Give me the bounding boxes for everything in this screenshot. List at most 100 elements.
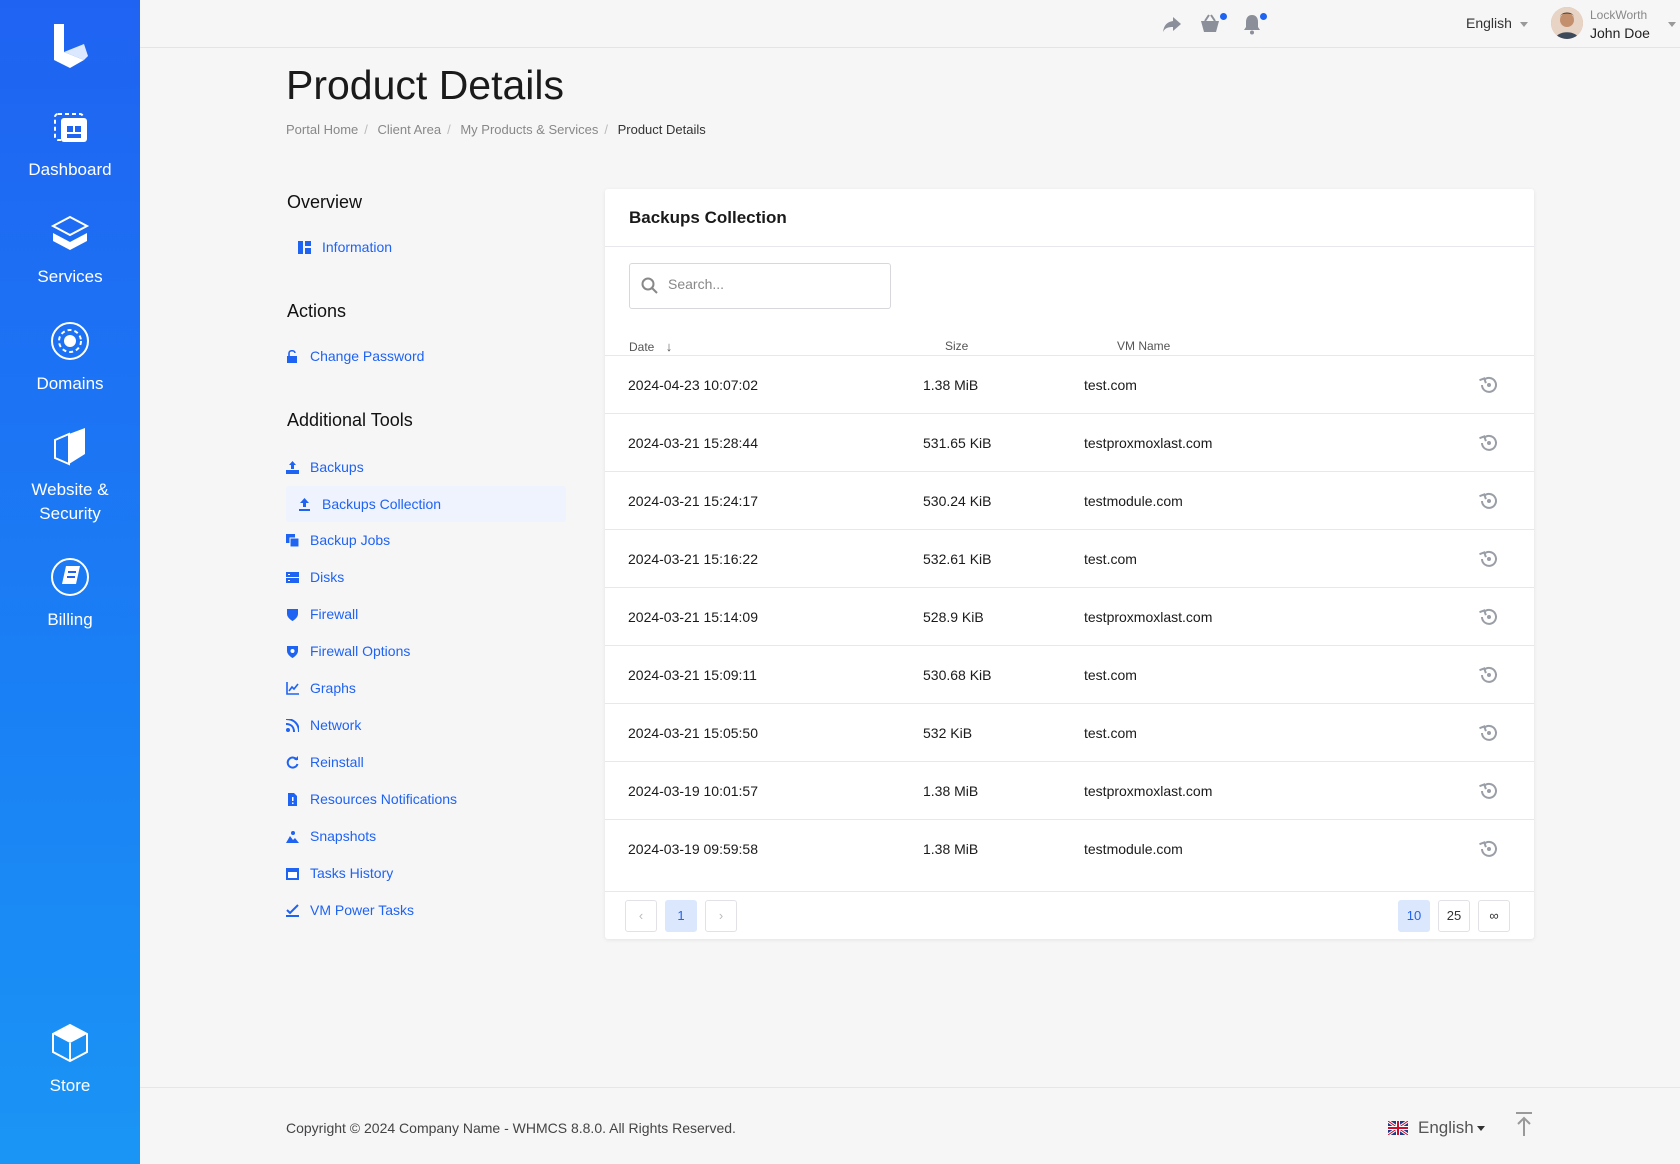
menu-resources-notifications[interactable]: Resources Notifications — [286, 791, 457, 807]
menu-change-password[interactable]: Change Password — [286, 348, 424, 364]
restore-icon[interactable] — [1477, 547, 1501, 571]
menu-backups-collection[interactable]: Backups Collection — [298, 496, 441, 512]
pagination-bar: ‹ 1 › 10 25 ∞ — [605, 891, 1534, 939]
page-size-10-button[interactable]: 10 — [1398, 900, 1430, 932]
backup-date: 2024-03-21 15:28:44 — [628, 435, 758, 451]
divider — [605, 246, 1534, 247]
menu-tasks-history[interactable]: Tasks History — [286, 865, 393, 881]
backup-vm-name: testproxmoxlast.com — [1084, 609, 1213, 625]
user-name[interactable]: John Doe — [1590, 25, 1650, 41]
restore-icon[interactable] — [1477, 721, 1501, 745]
search-box[interactable] — [629, 263, 891, 309]
menu-firewall-label: Firewall — [310, 606, 359, 622]
checkmark-icon — [286, 903, 299, 917]
restore-icon[interactable] — [1477, 837, 1501, 861]
restore-icon[interactable] — [1477, 779, 1501, 803]
domains-icon — [51, 322, 89, 360]
backup-vm-name: test.com — [1084, 551, 1137, 567]
sidebar-item-services[interactable]: Services — [0, 211, 140, 289]
copyright-text: Copyright © 2024 Company Name - WHMCS 8.… — [286, 1120, 736, 1136]
panel-title: Backups Collection — [629, 208, 787, 227]
restore-icon[interactable] — [1477, 489, 1501, 513]
sidebar-item-label: Domains — [36, 374, 104, 393]
sidebar-item-label: Services — [37, 267, 103, 286]
sidebar-item-billing[interactable]: Billing — [0, 554, 140, 632]
footer-language-selector[interactable]: English — [1388, 1118, 1485, 1138]
backup-date: 2024-03-21 15:05:50 — [628, 725, 758, 741]
search-input[interactable] — [668, 276, 878, 292]
scroll-to-top-icon[interactable] — [1512, 1110, 1536, 1138]
backup-size: 531.65 KiB — [923, 435, 992, 451]
backup-date: 2024-03-21 15:24:17 — [628, 493, 758, 509]
user-avatar-icon — [1551, 7, 1583, 39]
restore-icon[interactable] — [1477, 663, 1501, 687]
share-icon[interactable] — [1160, 12, 1184, 36]
unlock-icon — [287, 349, 297, 363]
menu-graphs[interactable]: Graphs — [286, 680, 356, 696]
restore-icon[interactable] — [1477, 431, 1501, 455]
table-row: 2024-03-19 10:01:57 1.38 MiB testproxmoxla… — [605, 761, 1534, 819]
menu-change-password-label: Change Password — [310, 348, 425, 364]
backup-date: 2024-04-23 10:07:02 — [628, 377, 758, 393]
breadcrumb-portal-home[interactable]: Portal Home — [286, 122, 358, 137]
sidebar-item-dashboard[interactable]: Dashboard — [0, 104, 140, 182]
sidebar-item-store[interactable]: Store — [0, 1020, 140, 1098]
menu-reinstall[interactable]: Reinstall — [286, 754, 364, 770]
restore-icon[interactable] — [1477, 605, 1501, 629]
menu-information[interactable]: Information — [298, 239, 392, 255]
menu-snapshots[interactable]: Snapshots — [286, 828, 376, 844]
menu-disks[interactable]: Disks — [286, 569, 344, 585]
column-header-date[interactable]: Date ↓ — [629, 339, 672, 354]
basket-icon[interactable] — [1198, 12, 1222, 36]
refresh-icon — [286, 755, 299, 768]
sidebar-item-label: Store — [49, 1076, 91, 1095]
breadcrumb-current: Product Details — [617, 122, 706, 137]
backup-date: 2024-03-21 15:09:11 — [628, 667, 757, 683]
shield-icon — [287, 608, 298, 621]
footer-language-label: English — [1418, 1118, 1474, 1137]
language-selector[interactable]: English — [1466, 15, 1528, 31]
sidebar-item-domains[interactable]: Domains — [0, 318, 140, 396]
additional-tools-title: Additional Tools — [287, 410, 413, 430]
brand-logo-icon[interactable] — [48, 22, 92, 70]
menu-backups-label: Backups — [310, 459, 364, 475]
breadcrumb-client-area[interactable]: Client Area — [378, 122, 442, 137]
sort-down-arrow-icon: ↓ — [665, 339, 673, 354]
table-row: 2024-03-21 15:09:11 530.68 KiB test.com — [605, 645, 1534, 703]
restore-icon[interactable] — [1477, 373, 1501, 397]
prev-page-button[interactable]: ‹ — [625, 900, 657, 932]
backup-size: 532.61 KiB — [923, 551, 992, 567]
user-menu-chevron-icon[interactable] — [1668, 22, 1676, 27]
backup-vm-name: testmodule.com — [1084, 841, 1183, 857]
menu-network[interactable]: Network — [286, 717, 361, 733]
column-header-size[interactable]: Size — [945, 339, 968, 353]
backup-vm-name: test.com — [1084, 377, 1137, 393]
uk-flag-icon — [1388, 1121, 1408, 1135]
store-icon — [52, 1023, 88, 1063]
page-size-all-button[interactable]: ∞ — [1478, 900, 1510, 932]
menu-backups[interactable]: Backups — [286, 459, 364, 475]
user-company: LockWorth — [1590, 8, 1648, 22]
menu-firewall[interactable]: Firewall — [286, 606, 358, 622]
menu-backup-jobs[interactable]: Backup Jobs — [286, 532, 390, 548]
page-button[interactable]: 1 — [665, 900, 697, 932]
backup-size: 530.68 KiB — [923, 667, 992, 683]
sidebar-item-label-line2: Security — [39, 504, 101, 523]
menu-vm-power-tasks[interactable]: VM Power Tasks — [286, 902, 414, 918]
sidebar-item-website-security[interactable]: Website & Security — [0, 424, 140, 526]
column-header-vm-name[interactable]: VM Name — [1117, 339, 1170, 353]
footer: Copyright © 2024 Company Name - WHMCS 8.… — [140, 1087, 1680, 1164]
dashboard-icon — [54, 113, 87, 142]
menu-firewall-options[interactable]: Firewall Options — [286, 643, 410, 659]
services-icon — [50, 215, 90, 250]
calendar-icon — [286, 867, 299, 880]
page-size-25-button[interactable]: 25 — [1438, 900, 1470, 932]
upload-icon — [299, 497, 310, 511]
menu-backups-collection-label: Backups Collection — [322, 496, 442, 512]
breadcrumb-my-products[interactable]: My Products & Services — [460, 122, 598, 137]
file-alert-icon — [288, 792, 297, 806]
language-label: English — [1466, 15, 1512, 31]
next-page-button[interactable]: › — [705, 900, 737, 932]
avatar[interactable] — [1551, 7, 1583, 39]
table-row: 2024-03-21 15:28:44 531.65 KiB testproxmox… — [605, 413, 1534, 471]
